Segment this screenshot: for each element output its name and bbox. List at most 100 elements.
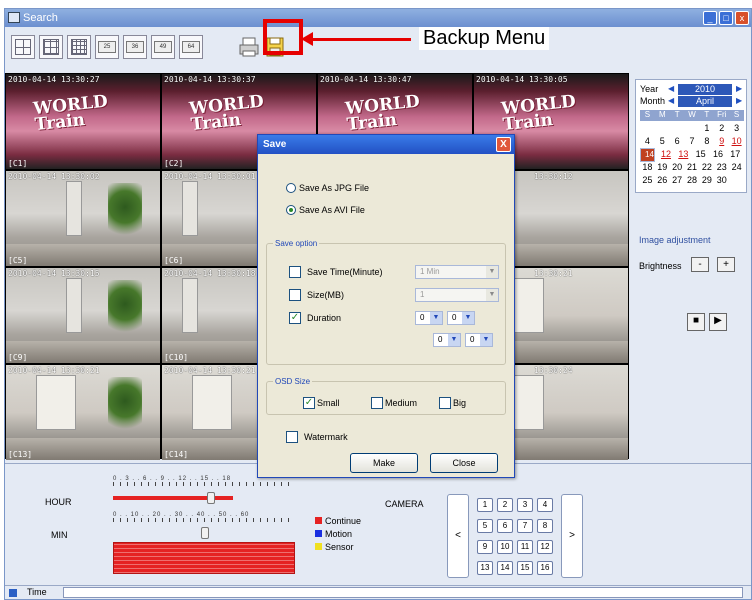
calendar-day-selected[interactable]: 14 [640,148,655,162]
calendar-day[interactable]: 15 [692,148,709,161]
camera-14-button[interactable]: 14 [497,561,513,575]
layout-36-button[interactable]: 36 [123,35,147,59]
osd-small-checkbox[interactable]: ✓ Small [303,397,340,409]
calendar-day[interactable]: 24 [729,161,744,174]
layout-49-button[interactable]: 49 [151,35,175,59]
calendar-day[interactable]: 12 [657,148,674,161]
calendar-day[interactable]: 1 [699,122,714,135]
stop-button[interactable]: ■ [687,313,705,331]
duration-select-3[interactable]: 0 ▼ [433,333,461,347]
duration-select-4[interactable]: 0 ▼ [465,333,493,347]
camera-12-button[interactable]: 12 [537,540,553,554]
calendar-day[interactable] [685,122,700,135]
calendar-day[interactable]: 2 [714,122,729,135]
calendar-day[interactable]: 27 [670,174,685,187]
camera-timestamp: 2010-04-14 13:30:01 [164,172,256,181]
camera-1-button[interactable]: 1 [477,498,493,512]
camera-tile[interactable]: 2010-04-14 13:30:15 [C9] [6,268,160,363]
camera-9-button[interactable]: 9 [477,540,493,554]
month-prev-icon[interactable]: ◀ [668,96,674,105]
year-next-icon[interactable]: ▶ [736,84,742,93]
hour-slider-thumb[interactable] [207,492,215,504]
grid-16-icon [71,39,87,55]
calendar-day[interactable]: 3 [729,122,744,135]
year-prev-icon[interactable]: ◀ [668,84,674,93]
dialog-close-icon[interactable]: X [496,137,511,152]
calendar-day[interactable]: 26 [655,174,670,187]
camera-3-button[interactable]: 3 [517,498,533,512]
camera-next-button[interactable]: > [561,494,583,578]
calendar-day[interactable]: 10 [729,135,744,148]
calendar-day[interactable] [655,122,670,135]
minimize-button[interactable]: _ [703,11,717,25]
play-button[interactable]: ▶ [709,313,727,331]
calendar-day[interactable]: 17 [727,148,744,161]
calendar-day[interactable]: 6 [670,135,685,148]
calendar-day[interactable]: 4 [640,135,655,148]
calendar-day[interactable]: 21 [685,161,700,174]
camera-prev-button[interactable]: < [447,494,469,578]
calendar-day[interactable]: 9 [714,135,729,148]
duration-select-2[interactable]: 0 ▼ [447,311,475,325]
camera-7-button[interactable]: 7 [517,519,533,533]
camera-15-button[interactable]: 15 [517,561,533,575]
camera-4-button[interactable]: 4 [537,498,553,512]
camera-timestamp: 2010-04-14 13:30:27 [8,75,100,84]
make-button[interactable]: Make [350,453,418,473]
save-avi-radio[interactable]: Save As AVI File [286,205,365,215]
duration-select-1[interactable]: 0 ▼ [415,311,443,325]
watermark-checkbox[interactable]: Watermark [286,431,348,443]
calendar-day[interactable]: 30 [714,174,729,187]
camera-tile[interactable]: WORLD Train 2010-04-14 13:30:27 [C1] [6,74,160,169]
window-close-button[interactable]: x [735,11,749,25]
brightness-increase-button[interactable]: + [717,257,735,272]
layout-9-button[interactable] [39,35,63,59]
brightness-decrease-button[interactable]: - [691,257,709,272]
calendar-day[interactable]: 22 [699,161,714,174]
osd-medium-checkbox[interactable]: Medium [371,397,417,409]
calendar-day[interactable]: 8 [699,135,714,148]
layout-16-button[interactable] [67,35,91,59]
camera-tile[interactable]: 2010-04-14 13:30:02 [C5] [6,171,160,266]
camera-10-button[interactable]: 10 [497,540,513,554]
camera-5-button[interactable]: 5 [477,519,493,533]
calendar-day[interactable]: 25 [640,174,655,187]
calendar-day[interactable]: 20 [670,161,685,174]
dialog-close-button[interactable]: Close [430,453,498,473]
calendar-day[interactable]: 28 [685,174,700,187]
calendar-day[interactable]: 18 [640,161,655,174]
save-jpg-radio[interactable]: Save As JPG File [286,183,369,193]
camera-11-button[interactable]: 11 [517,540,533,554]
layout-25-button[interactable]: 25 [95,35,119,59]
camera-16-button[interactable]: 16 [537,561,553,575]
arrow-left-icon [301,32,411,46]
calendar-day[interactable]: 29 [699,174,714,187]
camera-6-button[interactable]: 6 [497,519,513,533]
calendar-day[interactable]: 7 [685,135,700,148]
osd-big-checkbox[interactable]: Big [439,397,466,409]
calendar-day[interactable]: 13 [675,148,692,161]
calendar-day[interactable] [640,122,655,135]
print-button[interactable] [237,35,261,59]
camera-2-button[interactable]: 2 [497,498,513,512]
save-time-checkbox[interactable]: Save Time(Minute) [289,266,383,278]
save-time-select[interactable]: 1 Min ▼ [415,265,499,279]
calendar-day[interactable]: 5 [655,135,670,148]
camera-13-button[interactable]: 13 [477,561,493,575]
camera-tile[interactable]: 2010-04-14 13:30:21 [C13] [6,365,160,460]
calendar-day[interactable]: 19 [655,161,670,174]
camera-8-button[interactable]: 8 [537,519,553,533]
min-slider-thumb[interactable] [201,527,209,539]
size-select[interactable]: 1 ▼ [415,288,499,302]
calendar-day[interactable]: 16 [709,148,726,161]
maximize-button[interactable]: □ [719,11,733,25]
min-record-block[interactable] [113,542,295,574]
duration-checkbox[interactable]: ✓ Duration [289,312,341,324]
layout-64-button[interactable]: 64 [179,35,203,59]
calendar-day[interactable] [729,174,744,187]
size-checkbox[interactable]: Size(MB) [289,289,344,301]
layout-4-button[interactable] [11,35,35,59]
calendar-day[interactable] [670,122,685,135]
calendar-day[interactable]: 23 [714,161,729,174]
month-next-icon[interactable]: ▶ [736,96,742,105]
